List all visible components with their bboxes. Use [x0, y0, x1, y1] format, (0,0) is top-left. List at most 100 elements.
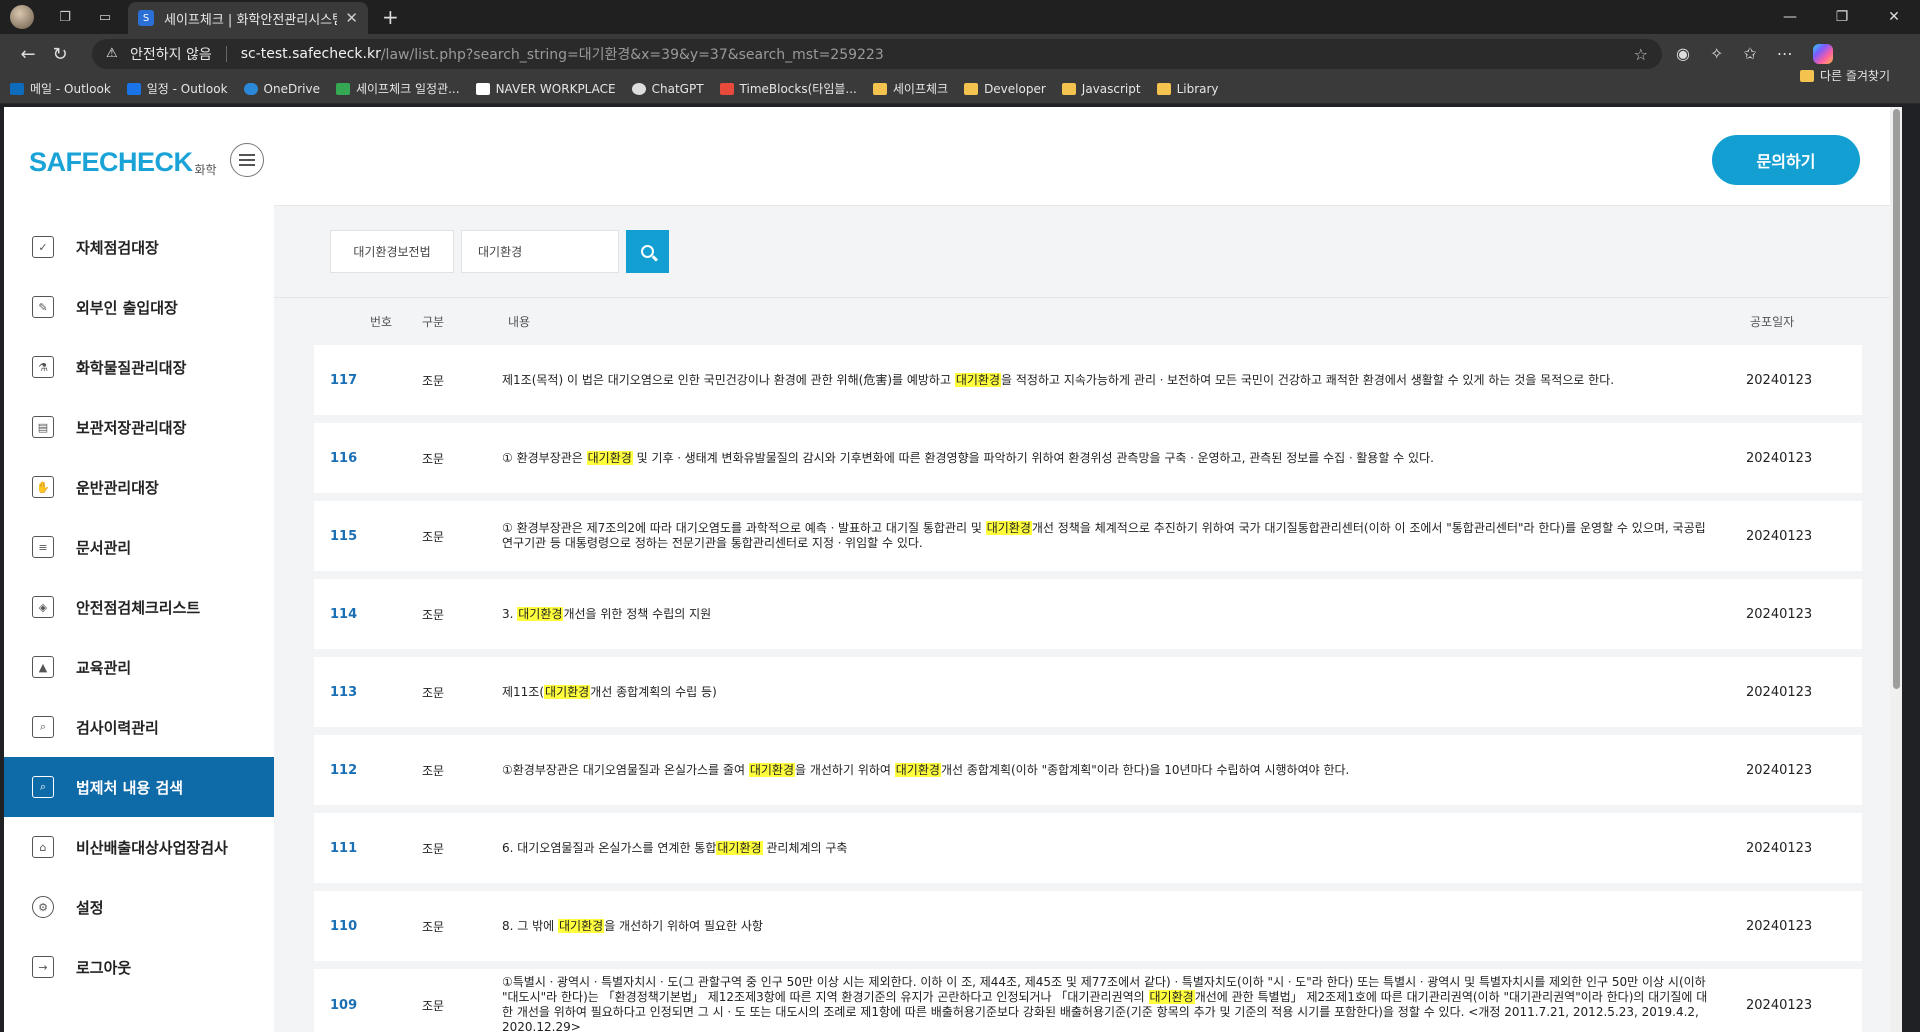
row-number[interactable]: 110	[314, 919, 422, 934]
sidebar-item-safety-checklist[interactable]: ◈ 안전점검체크리스트	[4, 577, 274, 637]
bookmark-folder[interactable]: Developer	[964, 82, 1046, 96]
logo[interactable]: SAFECHECK	[29, 147, 193, 178]
row-number[interactable]: 114	[314, 607, 422, 622]
address-bar-row: ← ↻ ⚠ 안전하지 않음 sc-test.safecheck.kr/law/l…	[0, 34, 1920, 74]
row-number[interactable]: 117	[314, 373, 422, 388]
bookmark-item[interactable]: 메일 - Outlook	[10, 80, 111, 97]
page: SAFECHECK 화학 ✓ 자체점검대장 ✎ 외부인 출입대장 ⚗ 화학물질관리대장…	[4, 107, 1902, 1032]
warning-icon[interactable]: ⚠	[106, 46, 122, 62]
tab-close-icon[interactable]: ✕	[345, 9, 358, 27]
table-row[interactable]: 114 조문 3. 대기환경개선을 위한 정책 수립의 지원 20240123	[314, 579, 1862, 649]
table-row[interactable]: 113 조문 제11조(대기환경개선 종합계획의 수립 등) 20240123	[314, 657, 1862, 727]
profile-avatar[interactable]	[10, 5, 34, 29]
tab-actions-icon[interactable]: ▭	[96, 8, 114, 26]
sidebar-item-education[interactable]: ▲ 교육관리	[4, 637, 274, 697]
back-icon[interactable]: ←	[12, 44, 44, 65]
screenshot-icon[interactable]: ◉	[1676, 44, 1690, 64]
row-content[interactable]: ① 환경부장관은 대기환경 및 기후ㆍ생태계 변화유발물질의 감시와 기후변화에…	[502, 450, 1730, 466]
row-content[interactable]: 8. 그 밖에 대기환경을 개선하기 위하여 필요한 사항	[502, 918, 1730, 934]
url-path: /law/list.php?search_string=대기환경&x=39&y=…	[380, 47, 884, 63]
menu-toggle-icon[interactable]	[230, 143, 264, 177]
row-date: 20240123	[1746, 840, 1813, 856]
table-row[interactable]: 115 조문 ① 환경부장관은 제7조의2에 따라 대기오염도를 과학적으로 예측ㆍ…	[314, 501, 1862, 571]
row-date: 20240123	[1746, 918, 1813, 934]
outlook-mail-icon	[10, 82, 24, 95]
extensions-icon[interactable]: ✧	[1710, 44, 1723, 64]
sidebar-item-logout[interactable]: → 로그아웃	[4, 937, 274, 997]
row-content[interactable]: ① 환경부장관은 제7조의2에 따라 대기오염도를 과학적으로 예측ㆍ발표하고 …	[502, 521, 1730, 551]
page-scrollbar[interactable]	[1890, 107, 1902, 1032]
security-label[interactable]: 안전하지 않음	[130, 44, 212, 64]
sidebar-item-transport-ledger[interactable]: ✋ 운반관리대장	[4, 457, 274, 517]
sidebar-item-law-search[interactable]: ⌕ 법제처 내용 검색	[4, 757, 274, 817]
search-input[interactable]	[461, 230, 619, 273]
favorite-star-icon[interactable]: ☆	[1634, 45, 1648, 64]
scrollbar-thumb[interactable]	[1893, 109, 1900, 689]
row-date: 20240123	[1746, 450, 1813, 466]
folder-icon	[1061, 82, 1076, 95]
favorites-icon[interactable]: ✩	[1743, 44, 1756, 64]
bookmark-item[interactable]: 세이프체크 일정관...	[335, 80, 460, 97]
bookmark-folder[interactable]: Library	[1156, 82, 1219, 96]
sidebar-item-inspection-history[interactable]: ⌕ 검사이력관리	[4, 697, 274, 757]
table-row[interactable]: 110 조문 8. 그 밖에 대기환경을 개선하기 위하여 필요한 사항 202401…	[314, 891, 1862, 961]
search-icon	[641, 245, 654, 258]
row-number[interactable]: 113	[314, 685, 422, 700]
keyword-highlight: 대기환경	[894, 762, 941, 777]
close-window-icon[interactable]: ✕	[1868, 0, 1920, 34]
reload-icon[interactable]: ↻	[44, 44, 76, 65]
folder-icon	[872, 82, 887, 95]
window-controls: — ❐ ✕	[1764, 0, 1920, 34]
address-bar[interactable]: ⚠ 안전하지 않음 sc-test.safecheck.kr/law/list.…	[92, 39, 1662, 69]
table-row[interactable]: 109 조문 ①특별시ㆍ광역시ㆍ특별자치시ㆍ도(그 관할구역 중 인구 50만 이상…	[314, 969, 1862, 1032]
row-number[interactable]: 116	[314, 451, 422, 466]
bookmark-item[interactable]: 일정 - Outlook	[126, 80, 228, 97]
table-row[interactable]: 111 조문 6. 대기오염물질과 온실가스를 연계한 통합대기환경 관리체계의 구…	[314, 813, 1862, 883]
bookmark-item[interactable]: TimeBlocks(타임블...	[719, 80, 857, 97]
row-number[interactable]: 111	[314, 841, 422, 856]
naver-works-icon	[475, 82, 490, 95]
row-content[interactable]: ①환경부장관은 대기오염물질과 온실가스를 줄여 대기환경을 개선하기 위하여 …	[502, 762, 1730, 778]
table-row[interactable]: 112 조문 ①환경부장관은 대기오염물질과 온실가스를 줄여 대기환경을 개선하기…	[314, 735, 1862, 805]
document-icon: ≡	[32, 536, 54, 558]
sidebar-item-visitor-log[interactable]: ✎ 외부인 출입대장	[4, 277, 274, 337]
restore-icon[interactable]: ❐	[1816, 0, 1868, 34]
new-tab-icon[interactable]: +	[382, 5, 399, 29]
row-type: 조문	[422, 451, 445, 466]
bookmark-folder[interactable]: Javascript	[1061, 82, 1141, 96]
table-row[interactable]: 116 조문 ① 환경부장관은 대기환경 및 기후ㆍ생태계 변화유발물질의 감시와 …	[314, 423, 1862, 493]
keyword-highlight: 대기환경	[716, 840, 763, 855]
row-number[interactable]: 109	[314, 998, 422, 1013]
sidebar-item-chemical-ledger[interactable]: ⚗ 화학물질관리대장	[4, 337, 274, 397]
more-icon[interactable]: ⋯	[1777, 44, 1793, 64]
row-number[interactable]: 112	[314, 763, 422, 778]
copilot-icon[interactable]	[1812, 44, 1833, 64]
row-content[interactable]: 3. 대기환경개선을 위한 정책 수립의 지원	[502, 606, 1730, 622]
minimize-icon[interactable]: —	[1764, 0, 1816, 34]
search-button[interactable]	[626, 230, 669, 273]
row-content[interactable]: 6. 대기오염물질과 온실가스를 연계한 통합대기환경 관리체계의 구축	[502, 840, 1730, 856]
sidebar-item-documents[interactable]: ≡ 문서관리	[4, 517, 274, 577]
logo-row: SAFECHECK 화학	[4, 107, 274, 217]
sidebar-item-settings[interactable]: ⚙ 설정	[4, 877, 274, 937]
workspaces-icon[interactable]: ❐	[56, 8, 74, 26]
law-search-icon: ⌕	[32, 776, 54, 798]
row-content[interactable]: 제11조(대기환경개선 종합계획의 수립 등)	[502, 684, 1730, 700]
table-row[interactable]: 117 조문 제1조(목적) 이 법은 대기오염으로 인한 국민건강이나 환경에 관…	[314, 345, 1862, 415]
sidebar-item-storage-ledger[interactable]: ▤ 보관저장관리대장	[4, 397, 274, 457]
header-content: 내용	[508, 315, 531, 329]
row-content[interactable]: ①특별시ㆍ광역시ㆍ특별자치시ㆍ도(그 관할구역 중 인구 50만 이상 시는 제…	[502, 975, 1730, 1032]
inquiry-button[interactable]: 문의하기	[1712, 135, 1860, 185]
sidebar-item-fugitive-emission[interactable]: ⌂ 비산배출대상사업장검사	[4, 817, 274, 877]
bookmark-item[interactable]: NAVER WORKPLACE	[475, 82, 616, 96]
bookmark-item[interactable]: OneDrive	[243, 82, 320, 96]
header-date: 공포일자	[1750, 315, 1795, 329]
browser-tab-active[interactable]: S 세이프체크 | 화학안전관리시스템 ✕	[128, 2, 368, 34]
bookmark-folder[interactable]: 세이프체크	[872, 80, 948, 97]
row-number[interactable]: 115	[314, 529, 422, 544]
law-select[interactable]: 대기환경보전법	[330, 230, 454, 273]
other-bookmarks[interactable]: 다른 즐겨찾기	[1799, 67, 1890, 84]
sidebar-item-self-inspection[interactable]: ✓ 자체점검대장	[4, 217, 274, 277]
row-content[interactable]: 제1조(목적) 이 법은 대기오염으로 인한 국민건강이나 환경에 관한 위해(…	[502, 372, 1730, 388]
bookmark-item[interactable]: ChatGPT	[631, 82, 704, 96]
